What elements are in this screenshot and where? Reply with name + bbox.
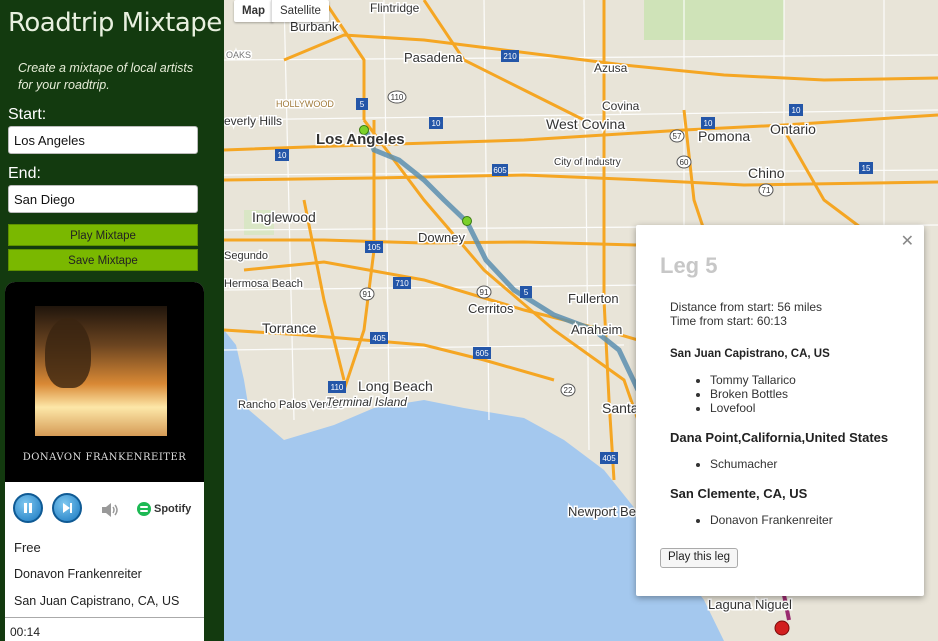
artist-item: Lovefool [710, 401, 796, 415]
interstate-shield: 605 [493, 166, 507, 175]
state-shield: 22 [564, 386, 573, 395]
track-artist: Donavon Frankenreiter [14, 567, 142, 581]
pause-icon [24, 503, 32, 513]
city-label: Long Beach [358, 378, 433, 394]
stop-title: Dana Point,California,United States [670, 430, 889, 445]
city-label: Ontario [770, 121, 816, 137]
city-label: Los Angeles [316, 131, 405, 148]
state-shield: 60 [680, 158, 689, 167]
interstate-shield: 210 [503, 52, 517, 61]
time-from-start: Time from start: 60:13 [670, 314, 787, 328]
close-icon[interactable]: ✕ [901, 231, 914, 251]
city-label: Fullerton [568, 291, 619, 306]
city-label: Chino [748, 165, 785, 181]
leg-info-window: ✕ Leg 5 Distance from start: 56 miles Ti… [636, 225, 924, 596]
spotify-link[interactable]: Spotify [137, 502, 191, 516]
end-label: End: [8, 165, 41, 182]
state-shield: 71 [762, 186, 771, 195]
city-label: Terminal Island [326, 395, 407, 409]
volume-icon[interactable] [100, 501, 120, 519]
interstate-shield: 105 [367, 243, 381, 252]
album-photo [35, 306, 167, 436]
city-label: Inglewood [252, 209, 316, 225]
spotify-label: Spotify [154, 503, 192, 515]
interstate-shield: 10 [704, 119, 713, 128]
spotify-icon [137, 502, 151, 516]
progress-divider [5, 617, 204, 618]
interstate-shield: 110 [331, 383, 344, 392]
city-label: Downey [418, 230, 465, 245]
stop-title: San Clemente, CA, US [670, 486, 808, 501]
city-label: Pasadena [404, 50, 463, 65]
city-label: Torrance [262, 320, 317, 336]
interstate-shield: 10 [278, 151, 287, 160]
play-mixtape-button[interactable]: Play Mixtape [8, 224, 198, 246]
app-title: Roadtrip Mixtape [8, 8, 222, 38]
save-mixtape-button[interactable]: Save Mixtape [8, 249, 198, 271]
artist-item: Schumacher [710, 457, 777, 471]
city-label: Santa [602, 400, 639, 416]
city-label: Anaheim [571, 322, 622, 337]
app-tagline: Create a mixtape of local artists for yo… [18, 61, 194, 92]
state-shield: 91 [363, 290, 372, 299]
distance-from-start: Distance from start: 56 miles [670, 300, 823, 314]
start-label: Start: [8, 106, 47, 123]
artist-item: Broken Bottles [710, 387, 796, 401]
artist-list: Donavon Frankenreiter [710, 513, 833, 527]
album-art: DONAVON FRANKENREITER [5, 282, 204, 482]
elapsed-time: 00:14 [10, 625, 41, 639]
city-label: City of Industry [554, 157, 621, 168]
interstate-shield: 405 [372, 334, 386, 343]
play-leg-button[interactable]: Play this leg [660, 548, 739, 568]
interstate-shield: 5 [360, 100, 365, 109]
sidebar: Roadtrip Mixtape Create a mixtape of loc… [0, 0, 224, 641]
artist-list: Tommy Tallarico Broken Bottles Lovefool [710, 373, 796, 415]
city-label: OAKS [226, 50, 251, 60]
interstate-shield: 15 [862, 164, 871, 173]
leg-title: Leg 5 [660, 253, 718, 278]
state-shield: 91 [480, 288, 489, 297]
interstate-shield: 10 [432, 119, 441, 128]
city-label: Segundo [224, 250, 268, 262]
city-label: HOLLYWOOD [276, 99, 334, 109]
city-label: Azusa [594, 61, 628, 75]
state-shield: 57 [673, 132, 682, 141]
start-input[interactable] [8, 126, 198, 154]
map-type-satellite-button[interactable]: Satellite [271, 0, 329, 22]
city-label: Hermosa Beach [224, 278, 303, 290]
track-location: San Juan Capistrano, CA, US [14, 594, 180, 608]
city-label: Flintridge [370, 1, 420, 15]
next-icon [63, 503, 72, 513]
interstate-shield: 605 [475, 349, 489, 358]
city-label: Laguna Niguel [708, 597, 792, 612]
destination-marker[interactable] [774, 620, 790, 636]
artist-item: Donavon Frankenreiter [710, 513, 833, 527]
artist-item: Tommy Tallarico [710, 373, 796, 387]
track-title: Free [14, 540, 41, 555]
park-area [644, 0, 784, 40]
waypoint-marker[interactable] [462, 216, 472, 226]
next-button[interactable] [52, 493, 82, 523]
city-label: Cerritos [468, 301, 514, 316]
album-artist-text: DONAVON FRANKENREITER [22, 452, 187, 463]
interstate-shield: 710 [395, 279, 409, 288]
interstate-shield: 5 [524, 288, 529, 297]
pause-button[interactable] [13, 493, 43, 523]
city-label: Covina [602, 99, 640, 113]
artist-list: Schumacher [710, 457, 777, 471]
music-player: DONAVON FRANKENREITER Spotify Free Donav… [5, 282, 204, 641]
map-type-map-button[interactable]: Map [234, 0, 273, 22]
interstate-shield: 405 [602, 454, 616, 463]
stop-title: San Juan Capistrano, CA, US [670, 348, 830, 360]
state-shield: 110 [391, 93, 404, 102]
interstate-shield: 10 [792, 106, 801, 115]
city-label: everly Hills [224, 114, 282, 128]
city-label: Pomona [698, 128, 750, 144]
end-input[interactable] [8, 185, 198, 213]
city-label: West Covina [546, 116, 625, 132]
